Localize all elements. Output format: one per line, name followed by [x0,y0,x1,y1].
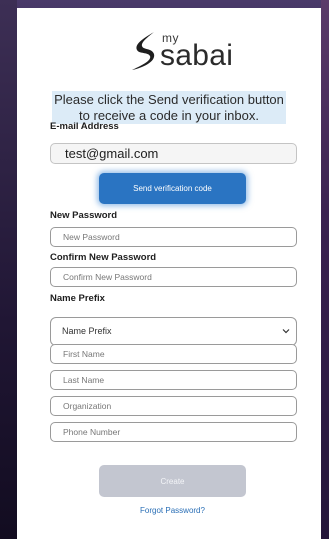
background-left-edge [0,0,17,539]
phone-number-input[interactable]: Phone Number [50,422,297,442]
forgot-password-link[interactable]: Forgot Password? [99,506,246,515]
name-prefix-select[interactable]: Name Prefix [50,317,297,346]
confirm-password-label: Confirm New Password [50,252,157,263]
new-password-input[interactable]: New Password [50,227,297,247]
sabai-swoosh-icon [132,32,155,70]
name-prefix-label: Name Prefix [50,293,105,304]
name-prefix-selected-value: Name Prefix [62,326,112,336]
confirm-password-input[interactable]: Confirm New Password [50,267,297,287]
chevron-down-icon [282,329,290,334]
organization-input[interactable]: Organization [50,396,297,416]
mysabai-logo: my sabai [130,30,240,72]
verification-info-message: Please click the Send verification butto… [52,91,286,124]
new-password-label: New Password [50,210,118,221]
background-right-edge [321,0,329,539]
create-button[interactable]: Create [99,465,246,497]
email-label: E-mail Address [50,121,119,132]
last-name-input[interactable]: Last Name [50,370,297,390]
send-verification-button[interactable]: Send verification code [99,173,246,204]
signup-card: my sabai Please click the Send verificat… [17,8,321,539]
logo-sabai-text: sabai [160,39,234,72]
email-field[interactable]: test@gmail.com [50,143,297,164]
first-name-input[interactable]: First Name [50,344,297,364]
